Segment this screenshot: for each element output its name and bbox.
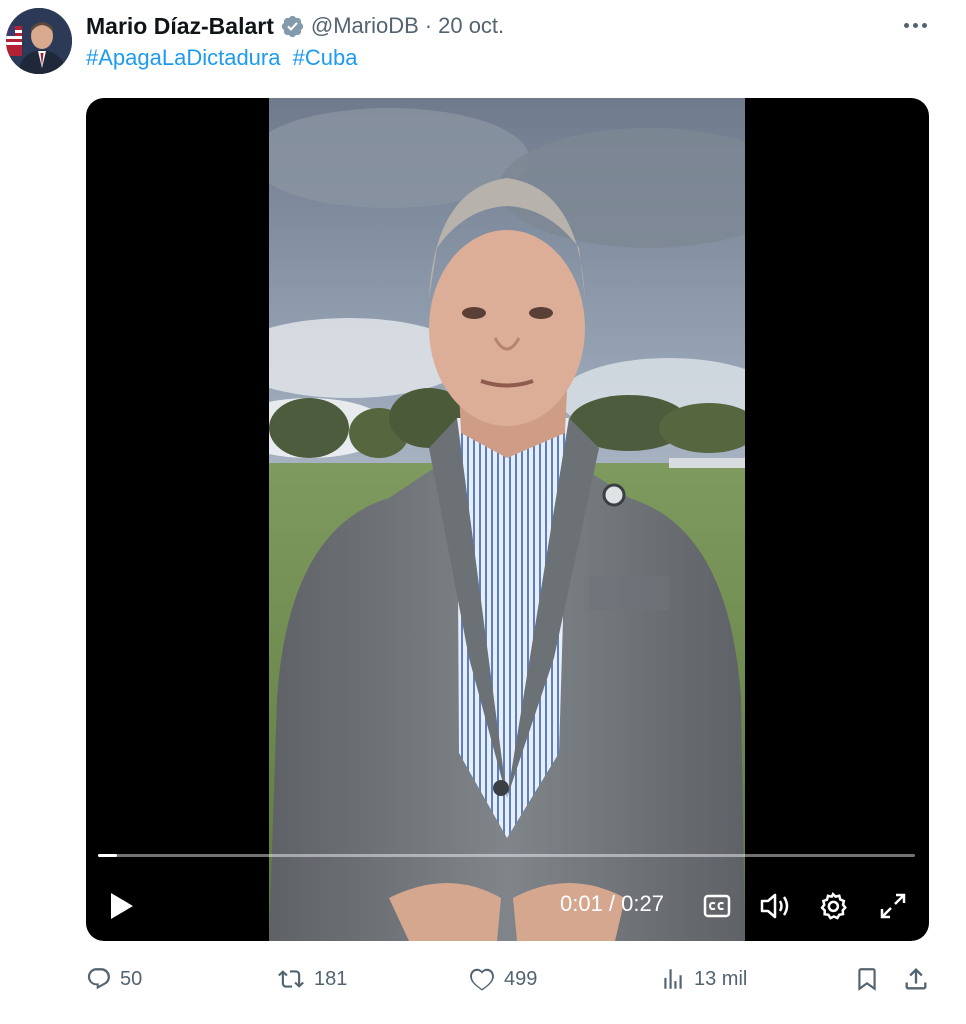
tweet-text: #ApagaLaDictadura #Cuba <box>86 45 357 71</box>
views-count: 13 mil <box>694 967 748 990</box>
fullscreen-icon[interactable] <box>876 888 910 924</box>
verified-badge-icon[interactable] <box>280 14 305 39</box>
video-time-display: 0:01 / 0:27 <box>560 891 664 916</box>
video-progress-fill <box>98 854 117 857</box>
like-count: 499 <box>504 967 538 990</box>
tweet-date[interactable]: 20 oct. <box>438 13 504 39</box>
retweet-icon <box>278 970 304 988</box>
reply-icon <box>87 968 110 990</box>
views-icon <box>664 969 682 989</box>
tweet: Mario Díaz-Balart @MarioDB · 20 oct. #Ap… <box>0 0 966 1024</box>
hashtag-link[interactable]: #ApagaLaDictadura <box>86 45 280 70</box>
retweet-button[interactable]: 181 <box>276 962 347 996</box>
settings-icon[interactable] <box>817 888 849 924</box>
avatar[interactable] <box>6 8 72 74</box>
reply-button[interactable]: 50 <box>86 962 142 996</box>
tweet-actions: 50 181 499 13 mil <box>86 962 932 996</box>
tweet-header: Mario Díaz-Balart @MarioDB · 20 oct. <box>86 10 504 42</box>
video-progress-bar[interactable] <box>98 854 915 857</box>
header-separator: · <box>424 13 433 38</box>
video-frame[interactable] <box>269 98 745 941</box>
author-name[interactable]: Mario Díaz-Balart <box>86 13 274 40</box>
author-handle[interactable]: @MarioDB <box>311 13 419 39</box>
video-controls: 0:01 / 0:27 <box>86 878 929 934</box>
volume-icon[interactable] <box>758 888 794 924</box>
play-icon[interactable] <box>104 888 140 924</box>
captions-icon[interactable] <box>702 888 732 924</box>
share-icon <box>905 968 927 990</box>
bookmark-icon <box>858 968 876 991</box>
bookmark-button[interactable] <box>854 962 880 996</box>
video-player[interactable]: 0:01 / 0:27 <box>86 98 929 941</box>
retweet-count: 181 <box>314 967 348 990</box>
like-button[interactable]: 499 <box>468 962 537 996</box>
views-button[interactable]: 13 mil <box>660 962 747 996</box>
reply-count: 50 <box>120 967 143 990</box>
more-options-icon[interactable] <box>898 12 932 38</box>
share-button[interactable] <box>902 962 930 996</box>
hashtag-link[interactable]: #Cuba <box>293 45 358 70</box>
heart-icon <box>470 968 494 991</box>
